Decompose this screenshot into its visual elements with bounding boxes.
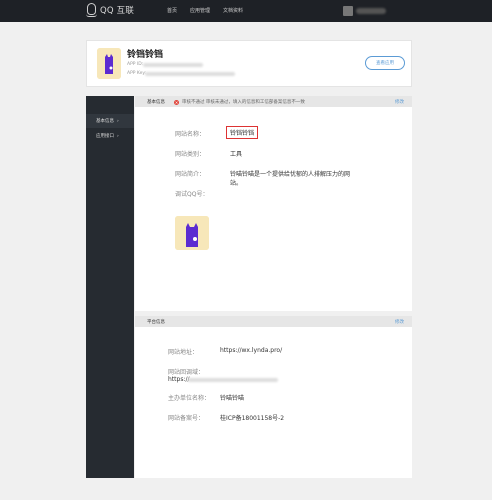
sidebar-item-basic-info[interactable]: 基本信息 › xyxy=(86,114,134,128)
site-url-label: 网站地址： xyxy=(168,349,199,356)
sidebar-item-app-api[interactable]: 应用接口 › xyxy=(86,129,134,143)
site-name-value: 铃铛铃铛 xyxy=(226,126,259,139)
platform-info-panel: 平台信息 修改 网站地址： https://wx.lynda.pro/ 网站回调… xyxy=(135,316,412,478)
qq-connect-logo[interactable]: QQ 互联 xyxy=(86,3,134,17)
nav-link-app-manage[interactable]: 应用管理 xyxy=(190,7,210,14)
site-type-label: 网站类别： xyxy=(175,151,206,158)
debug-qq-label: 调试QQ号： xyxy=(175,191,209,198)
blurred-app-key xyxy=(145,72,235,76)
site-intro-label: 网站简介： xyxy=(175,171,206,178)
qq-penguin-icon xyxy=(86,3,97,17)
site-intro-value-line2: 站。 xyxy=(230,180,243,187)
site-name-label: 网站名称： xyxy=(175,131,206,138)
platform-info-header: 平台信息 修改 xyxy=(135,316,412,327)
purple-cat-app-icon xyxy=(175,216,209,250)
purple-cat-app-icon xyxy=(97,48,121,79)
review-warning: ✕ 审核不通过 审核未通过，填入的信息和工信部备案信息不一致 xyxy=(174,99,305,105)
icp-label: 网站备案号： xyxy=(168,415,205,422)
blurred-app-id xyxy=(143,63,203,67)
nav-link-home[interactable]: 首页 xyxy=(167,7,177,14)
sidebar: 基本信息 › 应用接口 › xyxy=(86,96,134,478)
app-name: 铃铛铃铛 xyxy=(127,50,164,60)
app-summary-card: 铃铛铃铛 APP ID: APP Key: 查看应用 xyxy=(86,40,412,87)
callback-label: 网站回调域： xyxy=(168,369,205,376)
icp-value: 桂ICP备18001158号-2 xyxy=(220,415,285,422)
chevron-right-icon: › xyxy=(117,118,119,124)
panel-title: 基本信息 xyxy=(147,100,165,105)
panel-title: 平台信息 xyxy=(147,320,165,325)
nav-links: 首页 应用管理 文档资料 xyxy=(167,7,256,14)
blurred-callback xyxy=(188,378,278,382)
user-avatar[interactable] xyxy=(343,6,353,16)
site-url-value: https://wx.lynda.pro/ xyxy=(220,347,283,354)
chevron-right-icon: › xyxy=(117,133,119,139)
sidebar-item-label: 基本信息 xyxy=(96,119,114,124)
logo-text: QQ 互联 xyxy=(100,6,135,16)
view-app-button[interactable]: 查看应用 xyxy=(365,56,405,70)
warning-icon: ✕ xyxy=(174,99,179,105)
owner-label: 主办单位名称： xyxy=(168,395,211,402)
edit-platform-info-link[interactable]: 修改 xyxy=(395,319,404,325)
top-nav-bar: QQ 互联 首页 应用管理 文档资料 xyxy=(0,0,492,22)
app-key-label: APP Key: xyxy=(127,71,147,76)
app-id-label: APP ID: xyxy=(127,62,144,67)
blurred-username[interactable] xyxy=(356,8,386,14)
owner-value: 铃喵铃喵 xyxy=(220,395,245,402)
edit-basic-info-link[interactable]: 修改 xyxy=(395,99,404,105)
basic-info-panel: 基本信息 ✕ 审核不通过 审核未通过，填入的信息和工信部备案信息不一致 修改 网… xyxy=(135,96,412,311)
nav-link-docs[interactable]: 文档资料 xyxy=(223,7,243,14)
warning-text: 审核不通过 审核未通过，填入的信息和工信部备案信息不一致 xyxy=(182,100,305,105)
basic-info-header: 基本信息 ✕ 审核不通过 审核未通过，填入的信息和工信部备案信息不一致 修改 xyxy=(135,96,412,107)
site-intro-value-line1: 铃喵铃喵是一个提供给忧郁的人排解压力的网 xyxy=(230,171,351,178)
callback-value: https:// xyxy=(168,376,190,383)
sidebar-item-label: 应用接口 xyxy=(96,134,114,139)
site-type-value: 工具 xyxy=(230,151,243,158)
